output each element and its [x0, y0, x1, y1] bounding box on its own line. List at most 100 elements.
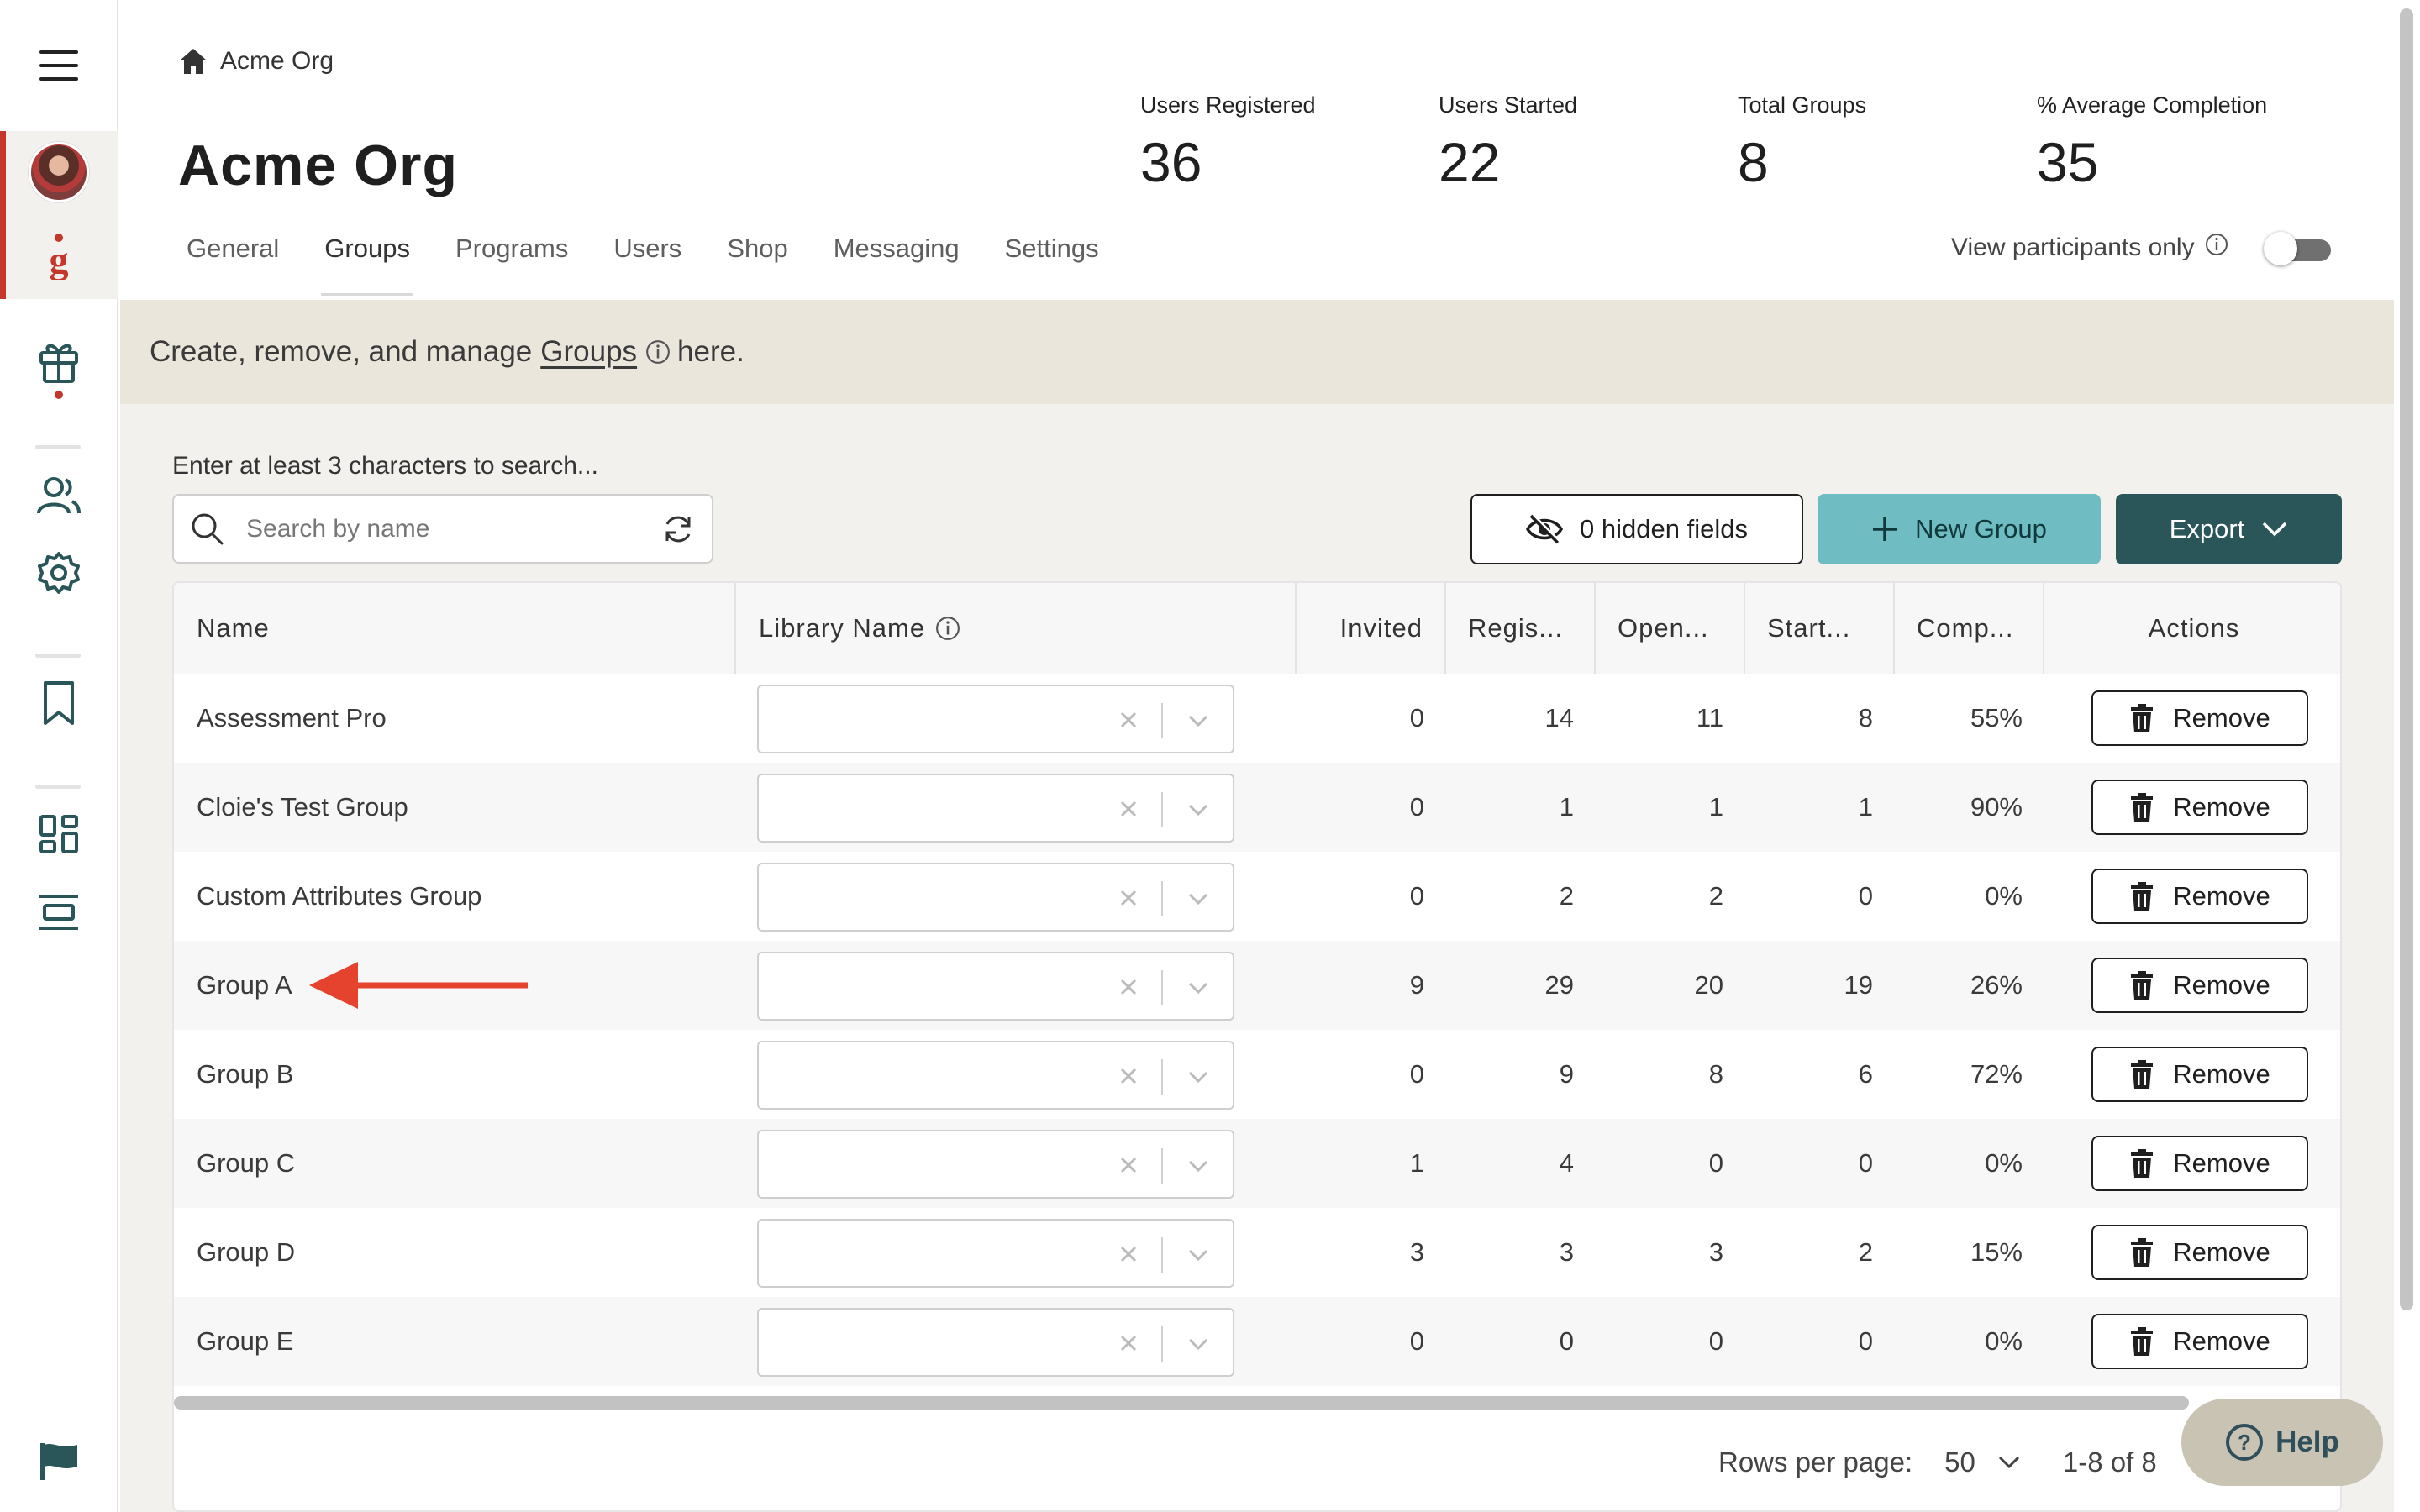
- remove-button[interactable]: Remove: [2091, 1047, 2308, 1102]
- table-row[interactable]: Group D 3 3 3 2 15% Remove: [174, 1208, 2340, 1297]
- hidden-fields-label: 0 hidden fields: [1580, 514, 1748, 543]
- chevron-down-icon[interactable]: [1179, 703, 1218, 738]
- groups-link[interactable]: Groups: [540, 335, 637, 369]
- export-label: Export: [2169, 514, 2245, 543]
- chevron-down-icon[interactable]: [1997, 1455, 2021, 1470]
- bookmark-icon[interactable]: [0, 676, 117, 730]
- tab-general[interactable]: General: [187, 234, 279, 296]
- info-icon[interactable]: [645, 339, 671, 365]
- tab-messaging[interactable]: Messaging: [834, 234, 960, 296]
- group-name[interactable]: Custom Attributes Group: [197, 852, 481, 941]
- remove-button[interactable]: Remove: [2091, 1314, 2308, 1369]
- chevron-down-icon[interactable]: [1179, 1059, 1218, 1095]
- table-row[interactable]: Custom Attributes Group 0 2 2 0 0% Remove: [174, 852, 2340, 941]
- info-icon[interactable]: [935, 616, 960, 641]
- library-name-select[interactable]: [757, 863, 1234, 932]
- user-avatar[interactable]: [0, 139, 117, 205]
- remove-label: Remove: [2173, 1326, 2270, 1356]
- table-row[interactable]: Group E 0 0 0 0 0% Remove: [174, 1297, 2340, 1386]
- remove-button[interactable]: Remove: [2091, 690, 2308, 746]
- cell-invited: 3: [1409, 1237, 1424, 1267]
- remove-button[interactable]: Remove: [2091, 1136, 2308, 1191]
- library-name-select[interactable]: [757, 1308, 1234, 1377]
- group-name[interactable]: Group C: [197, 1119, 295, 1208]
- stat-value: 35: [2037, 131, 2099, 193]
- hamburger-menu-icon[interactable]: [0, 42, 117, 89]
- flag-icon[interactable]: [0, 1436, 117, 1487]
- library-name-select[interactable]: [757, 774, 1234, 843]
- clear-icon[interactable]: [1112, 1237, 1145, 1271]
- table-row[interactable]: Assessment Pro 0 14 11 8 55% Remove: [174, 674, 2340, 763]
- help-button[interactable]: ? Help: [2181, 1399, 2383, 1486]
- tab-groups[interactable]: Groups: [321, 234, 413, 296]
- group-name[interactable]: Group D: [197, 1208, 295, 1297]
- library-name-select[interactable]: [757, 1219, 1234, 1288]
- new-group-button[interactable]: New Group: [1818, 494, 2101, 564]
- sidebar: g: [0, 0, 118, 1512]
- cell-registered: 4: [1559, 1148, 1574, 1178]
- select-separator: [1161, 1148, 1163, 1184]
- clear-icon[interactable]: [1112, 703, 1145, 737]
- remove-button[interactable]: Remove: [2091, 1225, 2308, 1280]
- chevron-down-icon[interactable]: [1179, 1326, 1218, 1362]
- tab-users[interactable]: Users: [613, 234, 681, 296]
- users-icon[interactable]: [0, 470, 117, 521]
- library-name-select[interactable]: [757, 1130, 1234, 1199]
- table-row[interactable]: Cloie's Test Group 0 1 1 1 90% Remove: [174, 763, 2340, 852]
- column-header-completion[interactable]: Comp...: [1895, 583, 2044, 674]
- group-name[interactable]: Group A: [197, 941, 292, 1030]
- chevron-down-icon[interactable]: [1179, 970, 1218, 1005]
- search-input[interactable]: [246, 514, 661, 543]
- groups-table: Name Library Name Invited Regis... Open.…: [172, 581, 2342, 1512]
- library-name-select[interactable]: [757, 952, 1234, 1021]
- group-name[interactable]: Cloie's Test Group: [197, 763, 408, 852]
- column-header-library-name[interactable]: Library Name: [736, 583, 1297, 674]
- layout-section-icon[interactable]: [0, 889, 117, 936]
- tab-programs[interactable]: Programs: [455, 234, 568, 296]
- table-row[interactable]: Group B 0 9 8 6 72% Remove: [174, 1030, 2340, 1119]
- refresh-icon[interactable]: [661, 512, 695, 546]
- breadcrumb[interactable]: Acme Org: [178, 47, 334, 76]
- clear-icon[interactable]: [1112, 881, 1145, 915]
- view-participants-toggle[interactable]: [2263, 232, 2334, 265]
- clear-icon[interactable]: [1112, 792, 1145, 826]
- brand-logo-icon[interactable]: g: [0, 227, 117, 286]
- chevron-down-icon[interactable]: [1179, 792, 1218, 827]
- column-header-started[interactable]: Start...: [1745, 583, 1895, 674]
- tab-shop[interactable]: Shop: [727, 234, 787, 296]
- remove-button[interactable]: Remove: [2091, 958, 2308, 1013]
- remove-button[interactable]: Remove: [2091, 869, 2308, 924]
- column-header-invited[interactable]: Invited: [1297, 583, 1446, 674]
- clear-icon[interactable]: [1112, 1148, 1145, 1182]
- hidden-fields-button[interactable]: 0 hidden fields: [1470, 494, 1803, 564]
- export-button[interactable]: Export: [2116, 494, 2342, 564]
- group-name[interactable]: Group B: [197, 1030, 293, 1119]
- table-header: Name Library Name Invited Regis... Open.…: [174, 583, 2340, 674]
- chevron-down-icon[interactable]: [1179, 1148, 1218, 1184]
- horizontal-scrollbar[interactable]: [174, 1396, 2189, 1410]
- clear-icon[interactable]: [1112, 1059, 1145, 1093]
- gift-icon[interactable]: [0, 336, 117, 403]
- column-header-name[interactable]: Name: [174, 583, 736, 674]
- info-icon[interactable]: [2205, 233, 2228, 256]
- chevron-down-icon[interactable]: [1179, 1237, 1218, 1273]
- clear-icon[interactable]: [1112, 1326, 1145, 1360]
- chevron-down-icon[interactable]: [1179, 881, 1218, 916]
- group-name[interactable]: Assessment Pro: [197, 674, 387, 763]
- library-name-select[interactable]: [757, 1041, 1234, 1110]
- column-header-opened[interactable]: Open...: [1596, 583, 1745, 674]
- remove-button[interactable]: Remove: [2091, 780, 2308, 835]
- cell-opened: 3: [1708, 1237, 1723, 1267]
- tab-settings[interactable]: Settings: [1005, 234, 1099, 296]
- library-name-select[interactable]: [757, 685, 1234, 753]
- group-name[interactable]: Group E: [197, 1297, 293, 1386]
- rows-per-page-select[interactable]: 50: [1944, 1446, 1975, 1478]
- clear-icon[interactable]: [1112, 970, 1145, 1004]
- search-field[interactable]: [172, 494, 713, 564]
- table-row[interactable]: Group C 1 4 0 0 0% Remove: [174, 1119, 2340, 1208]
- cell-registered: 1: [1559, 792, 1574, 822]
- column-header-registered[interactable]: Regis...: [1446, 583, 1596, 674]
- dashboard-grid-icon[interactable]: [0, 811, 117, 858]
- settings-gear-icon[interactable]: [0, 548, 117, 598]
- vertical-scrollbar[interactable]: [2400, 8, 2413, 1310]
